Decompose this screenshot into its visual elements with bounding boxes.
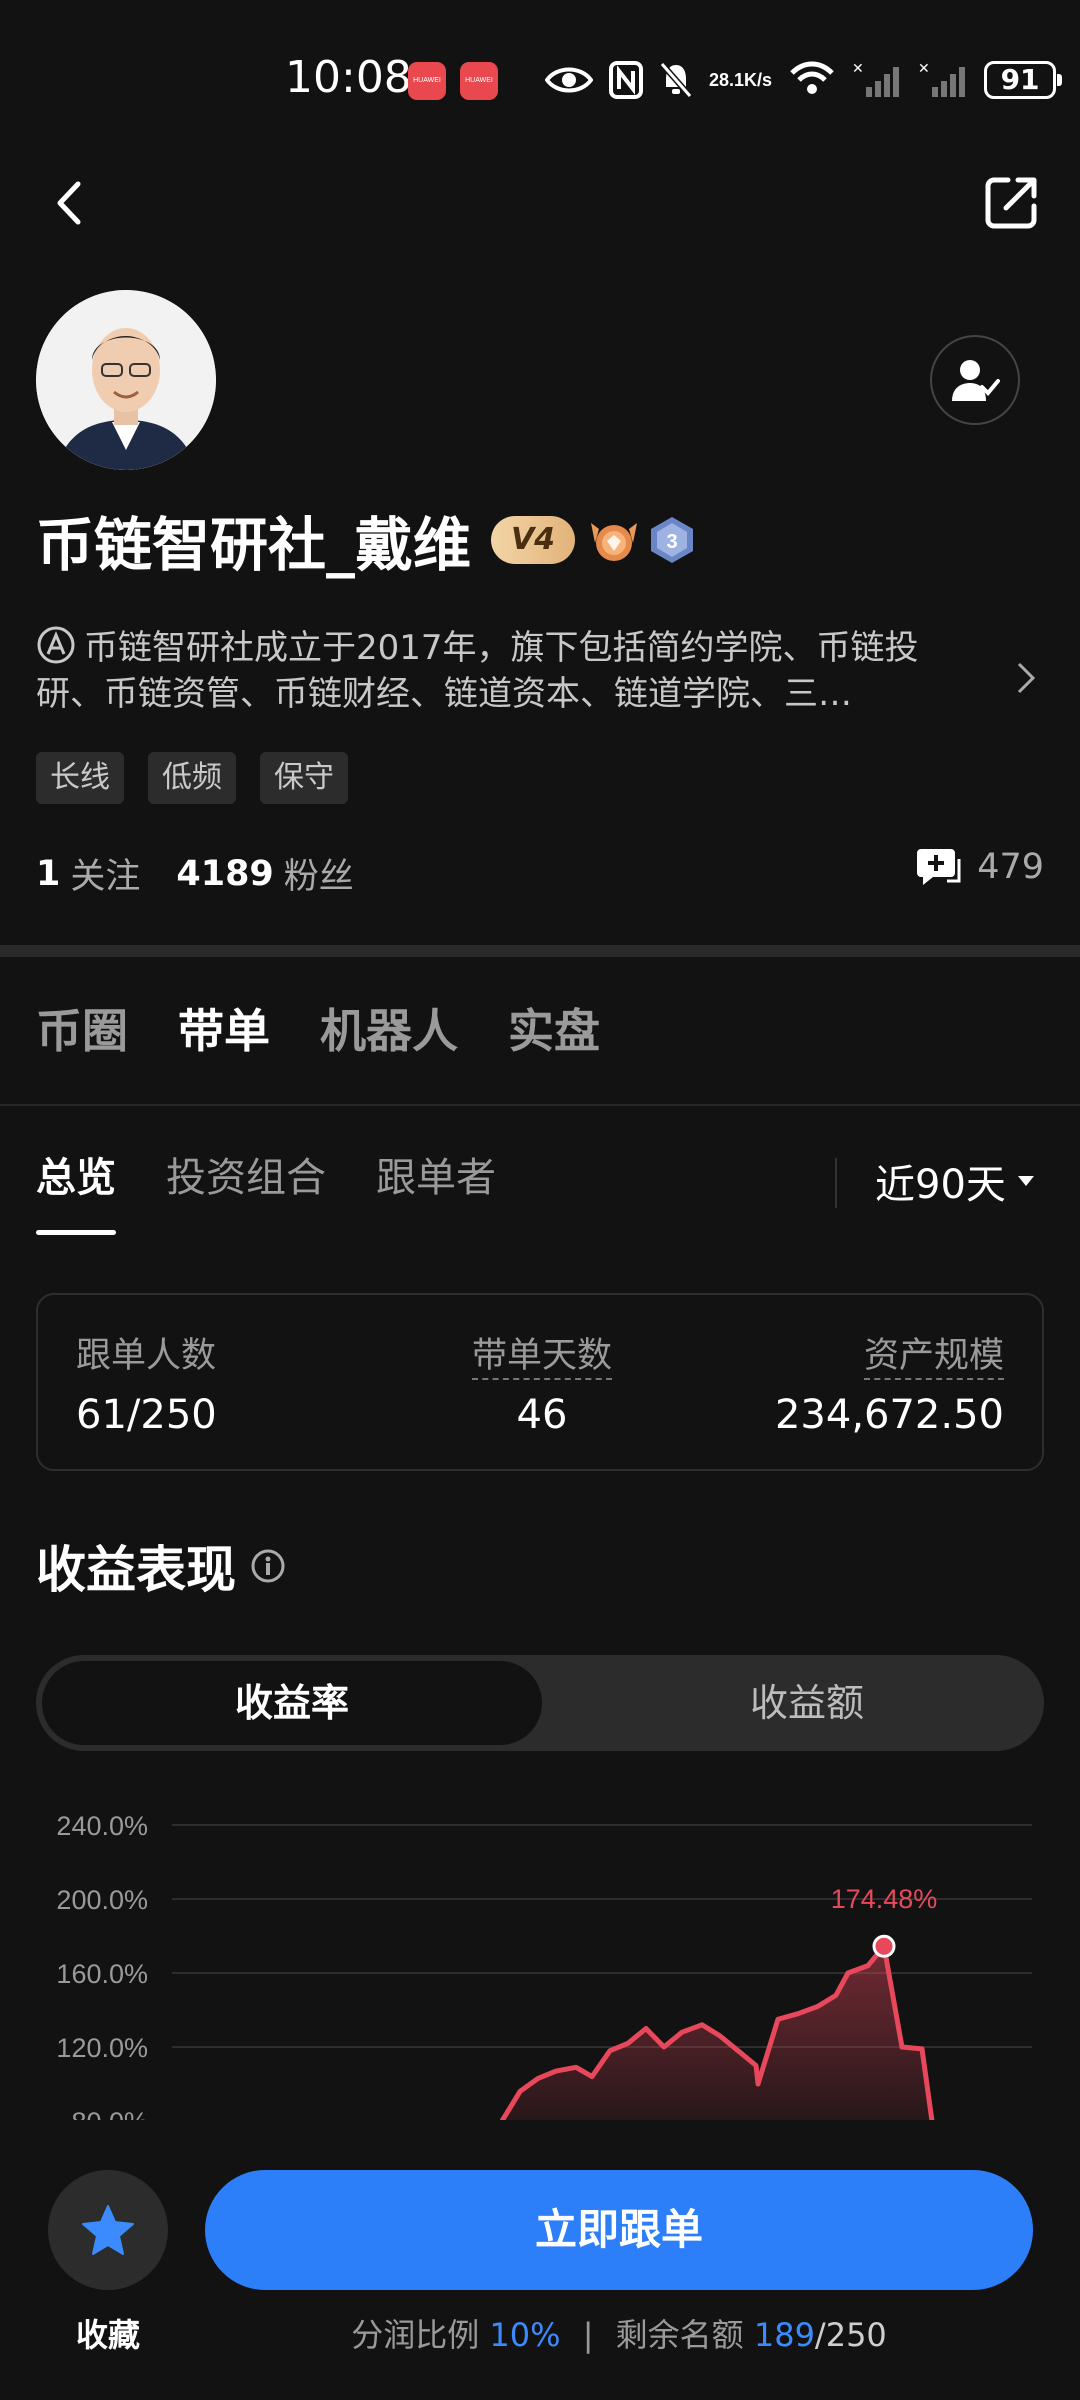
followers-count[interactable]: 4189	[176, 854, 273, 894]
remaining-label: 剩余名额	[615, 2316, 744, 2354]
verified-badge-icon	[37, 626, 75, 664]
top-nav	[0, 160, 1080, 250]
tab-live[interactable]: 实盘	[508, 995, 600, 1061]
tab-portfolio[interactable]: 投资组合	[166, 1145, 326, 1203]
tabs-divider	[0, 1104, 1080, 1106]
comments-button[interactable]: 479	[917, 845, 1044, 889]
metric-toggle: 收益率 收益额	[36, 1655, 1044, 1751]
main-tabs: 币圈 带单 机器人 实盘	[36, 995, 600, 1061]
signal-icon: ✕	[852, 60, 902, 100]
sub-tabs: 总览 投资组合 跟单者	[36, 1145, 496, 1235]
profit-share-value: 10%	[489, 2316, 561, 2354]
wifi-icon	[788, 60, 836, 100]
svg-text:3: 3	[666, 531, 677, 553]
followers-label[interactable]: 粉丝	[284, 848, 354, 899]
performance-title: 收益表现	[36, 1541, 236, 1599]
user-check-icon	[952, 360, 1000, 401]
period-select[interactable]: 近90天	[875, 1152, 1036, 1210]
bottom-bar: 收藏 立即跟单 分润比例 10% | 剩余名额 189/250	[0, 2120, 1080, 2400]
status-time: 10:08	[285, 52, 412, 103]
vip-badge: V4	[491, 516, 576, 564]
remaining-total: /250	[814, 2316, 887, 2354]
favorite-button[interactable]	[48, 2170, 168, 2290]
following-label[interactable]: 关注	[70, 848, 140, 899]
seg-return-rate[interactable]: 收益率	[42, 1661, 542, 1745]
back-button[interactable]	[46, 178, 96, 228]
tab-copiers[interactable]: 跟单者	[376, 1145, 496, 1203]
copy-trade-button[interactable]: 立即跟单	[205, 2170, 1033, 2290]
app-notification-icon: HUAWEI	[460, 62, 498, 100]
chevron-left-icon	[57, 181, 81, 225]
svg-text:✕: ✕	[918, 61, 930, 76]
remaining-value: 189	[753, 2316, 815, 2354]
y-tick-label: 200.0%	[56, 1885, 148, 1915]
tab-crypto[interactable]: 币圈	[36, 995, 128, 1061]
caret-down-icon	[1017, 1176, 1034, 1186]
peak-label: 174.48%	[831, 1884, 938, 1914]
section-divider	[0, 945, 1080, 957]
period-value: 近90天	[875, 1162, 1006, 1208]
tag-conservative: 保守	[260, 752, 348, 804]
bio[interactable]: 币链智研社成立于2017年，旗下包括简约学院、币链投研、币链资管、币链财经、链道…	[36, 625, 976, 717]
y-tick-label: 240.0%	[56, 1811, 148, 1841]
seg-return-amount[interactable]: 收益额	[582, 1661, 1032, 1745]
favorite-label: 收藏	[75, 2316, 140, 2354]
chart-svg: 240.0% 200.0% 160.0% 120.0% 80.0% 174.48%	[56, 1811, 1032, 2120]
aum-label[interactable]: 资产规模	[863, 1336, 1004, 1380]
mute-bell-icon	[659, 60, 693, 100]
following-count[interactable]: 1	[36, 854, 60, 894]
comment-add-icon	[917, 849, 961, 885]
avatar[interactable]	[36, 290, 216, 470]
share-icon	[985, 177, 1037, 229]
app-notification-icon: HUAWEI	[408, 62, 446, 100]
y-tick-label: 160.0%	[56, 1959, 148, 1989]
tag-low-frequency: 低频	[148, 752, 236, 804]
profit-share-label: 分润比例	[351, 2316, 480, 2354]
y-tick-label: 120.0%	[56, 2033, 148, 2063]
days-label[interactable]: 带单天数	[471, 1336, 612, 1380]
bio-text: 币链智研社成立于2017年，旗下包括简约学院、币链投研、币链资管、币链财经、链道…	[36, 628, 919, 714]
terms-separator: |	[582, 2316, 594, 2354]
star-icon	[82, 2205, 134, 2255]
tab-bots[interactable]: 机器人	[320, 995, 458, 1061]
summary-card: 跟单人数 61/250 带单天数 46 资产规模 234,672.50	[36, 1293, 1044, 1471]
info-icon[interactable]	[250, 1548, 286, 1584]
eye-icon	[545, 60, 593, 100]
share-button[interactable]	[982, 172, 1042, 232]
nfc-icon	[609, 60, 643, 100]
comments-count: 479	[977, 847, 1044, 887]
svg-text:✕: ✕	[852, 61, 864, 76]
trader-name: 币链智研社_戴维	[36, 511, 472, 579]
tab-copy-trading[interactable]: 带单	[178, 995, 270, 1061]
follow-user-button[interactable]	[930, 335, 1020, 425]
period-separator	[835, 1158, 837, 1208]
medal-icon	[589, 515, 639, 565]
status-bar: 10:08 HUAWEI HUAWEI 28.1 K/s ✕ ✕ 91	[0, 0, 1080, 150]
return-chart: 240.0% 200.0% 160.0% 120.0% 80.0% 174.48%	[0, 1790, 1080, 2120]
level-icon: 3	[649, 515, 695, 565]
battery-icon: 91	[984, 61, 1063, 99]
tab-overview[interactable]: 总览	[36, 1145, 116, 1235]
signal-icon: ✕	[918, 60, 968, 100]
chevron-right-icon[interactable]	[1015, 660, 1037, 696]
tag-long-term: 长线	[36, 752, 124, 804]
peak-point[interactable]	[872, 1934, 896, 1958]
aum-value: 234,672.50	[774, 1392, 1004, 1438]
copy-terms: 分润比例 10% | 剩余名额 189/250	[205, 2310, 1033, 2356]
net-speed: 28.1 K/s	[709, 69, 773, 90]
profile-photo-icon	[36, 290, 216, 470]
y-tick-label: 80.0%	[71, 2107, 148, 2120]
